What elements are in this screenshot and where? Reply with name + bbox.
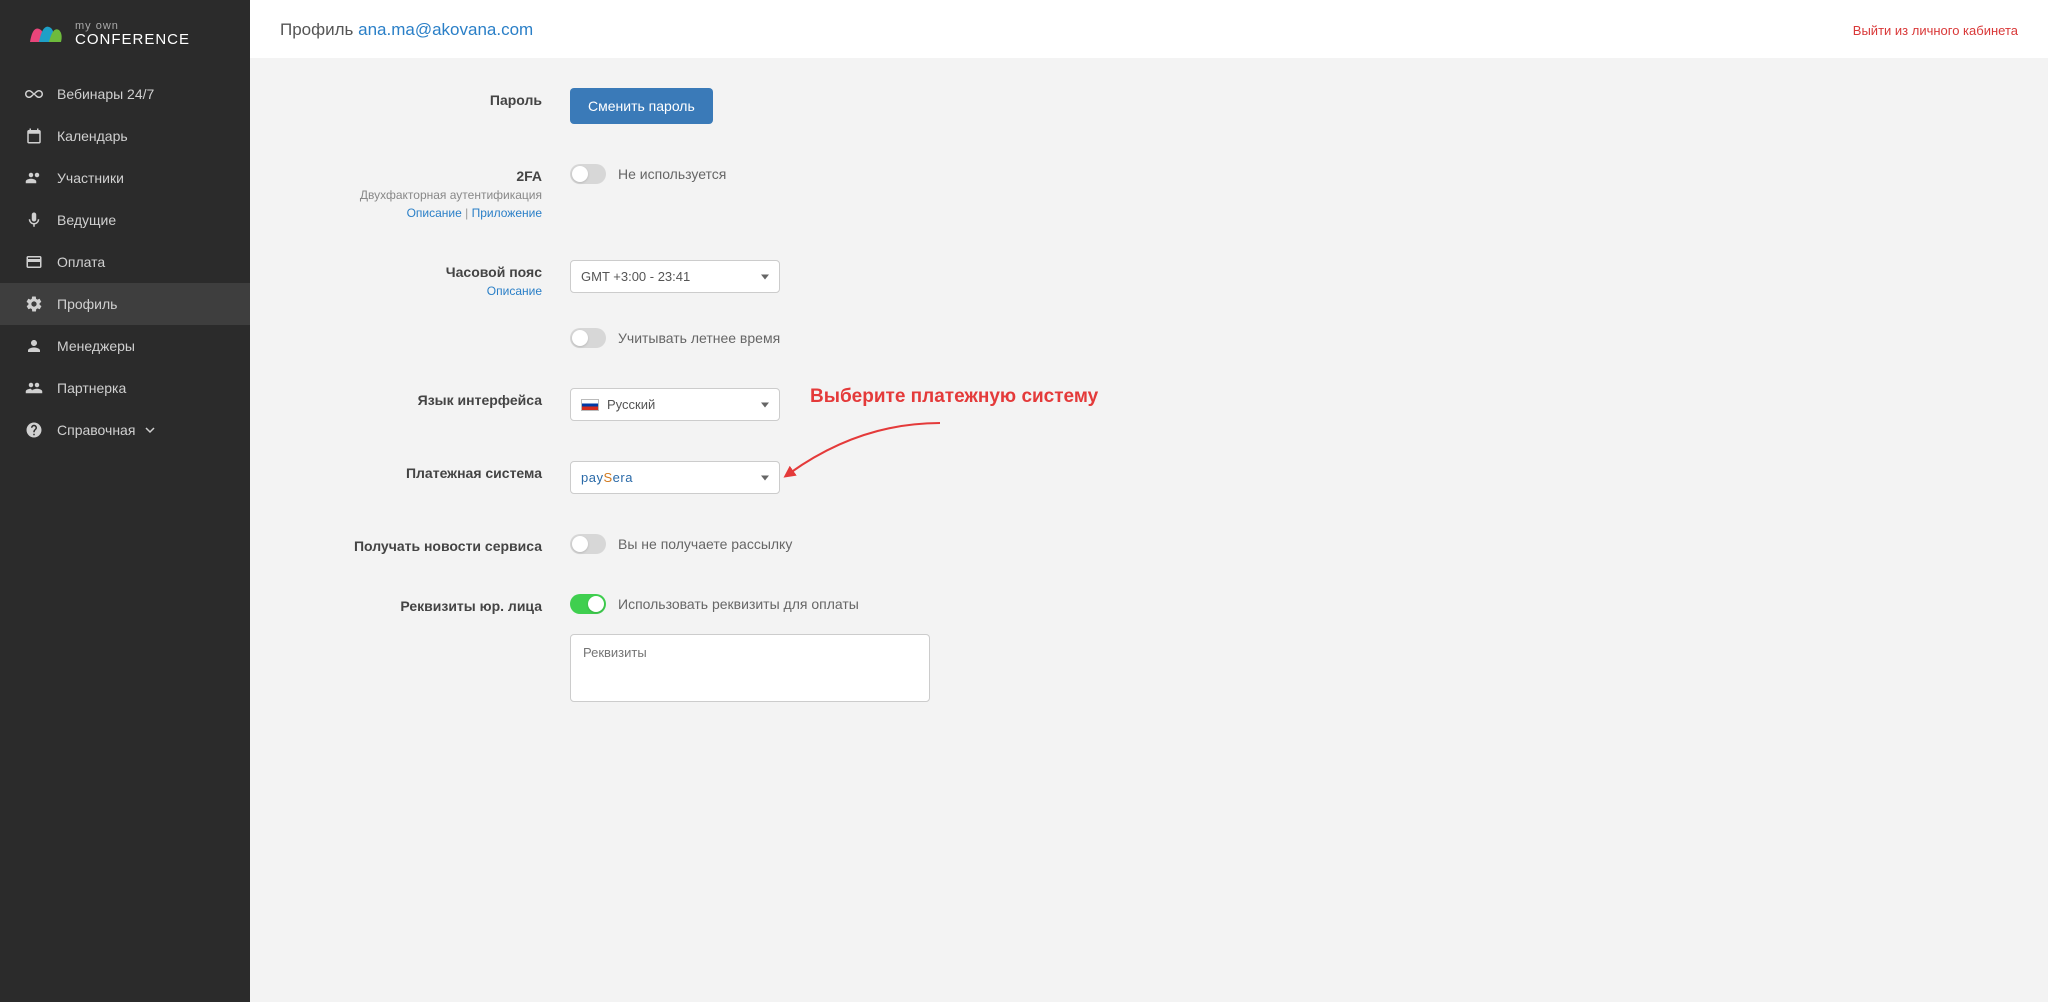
nav-label: Вебинары 24/7 — [57, 86, 154, 102]
page-title: Профиль ana.ma@akovana.com — [280, 20, 533, 40]
row-company: Реквизиты юр. лица Использовать реквизит… — [280, 594, 1580, 614]
row-password: Пароль Сменить пароль — [280, 88, 1580, 124]
sidebar-item-participants[interactable]: Участники — [0, 157, 250, 199]
sidebar-item-calendar[interactable]: Календарь — [0, 115, 250, 157]
payment-system-label: Платежная система — [280, 465, 542, 481]
main: Профиль ana.ma@akovana.com Выйти из личн… — [250, 0, 2048, 1002]
participants-icon — [25, 169, 43, 187]
language-select[interactable]: Русский — [570, 388, 780, 421]
newsletter-toggle[interactable] — [570, 534, 606, 554]
sidebar-item-webinars[interactable]: Вебинары 24/7 — [0, 73, 250, 115]
content-area: Пароль Сменить пароль 2FA Двухфакторная … — [250, 58, 2048, 1002]
gear-icon — [25, 295, 43, 313]
chevron-down-icon — [145, 422, 155, 438]
row-2fa: 2FA Двухфакторная аутентификация Описани… — [280, 164, 1580, 220]
nav-label: Профиль — [57, 296, 117, 312]
company-toggle-label: Использовать реквизиты для оплаты — [618, 596, 859, 612]
company-toggle[interactable] — [570, 594, 606, 614]
header: Профиль ana.ma@akovana.com Выйти из личн… — [250, 0, 2048, 58]
row-timezone: Часовой пояс Описание GMT +3:00 - 23:41 — [280, 260, 1580, 298]
newsletter-status: Вы не получаете рассылку — [618, 536, 792, 552]
sidebar-item-presenters[interactable]: Ведущие — [0, 199, 250, 241]
2fa-sub: Двухфакторная аутентификация — [280, 188, 542, 202]
newsletter-label: Получать новости сервиса — [280, 538, 542, 554]
nav-label: Участники — [57, 170, 124, 186]
payment-system-select[interactable]: paySera — [570, 461, 780, 494]
sidebar-item-partner[interactable]: Партнерка — [0, 367, 250, 409]
nav-label: Оплата — [57, 254, 105, 270]
flag-ru-icon — [581, 399, 599, 411]
row-company-textarea — [280, 634, 1580, 702]
managers-icon — [25, 337, 43, 355]
nav-label: Календарь — [57, 128, 128, 144]
timezone-desc-link[interactable]: Описание — [487, 284, 542, 298]
annotation-arrow-icon — [780, 413, 950, 488]
2fa-desc-link[interactable]: Описание — [407, 206, 462, 220]
2fa-label: 2FA — [280, 168, 542, 184]
language-value: Русский — [607, 397, 655, 412]
timezone-select[interactable]: GMT +3:00 - 23:41 — [570, 260, 780, 293]
2fa-status: Не используется — [618, 166, 726, 182]
timezone-label: Часовой пояс — [280, 264, 542, 280]
profile-email: ana.ma@akovana.com — [358, 20, 533, 39]
sidebar-item-managers[interactable]: Менеджеры — [0, 325, 250, 367]
partner-icon — [25, 379, 43, 397]
row-newsletter: Получать новости сервиса Вы не получаете… — [280, 534, 1580, 554]
calendar-icon — [25, 127, 43, 145]
nav-label: Справочная — [57, 422, 135, 438]
nav-label: Партнерка — [57, 380, 126, 396]
logo-text: my own CONFERENCE — [75, 21, 190, 47]
infinity-icon — [25, 85, 43, 103]
logout-link[interactable]: Выйти из личного кабинета — [1853, 23, 2018, 38]
nav: Вебинары 24/7 Календарь Участники Ведущи… — [0, 73, 250, 451]
password-label: Пароль — [280, 92, 542, 108]
annotation-callout: Выберите платежную систему — [810, 386, 1210, 408]
company-label: Реквизиты юр. лица — [280, 598, 542, 614]
dst-toggle[interactable] — [570, 328, 606, 348]
paysera-logo: paySera — [581, 470, 633, 485]
sidebar-item-profile[interactable]: Профиль — [0, 283, 250, 325]
timezone-value: GMT +3:00 - 23:41 — [581, 269, 690, 284]
language-label: Язык интерфейса — [280, 392, 542, 408]
nav-label: Менеджеры — [57, 338, 135, 354]
sidebar-item-payment[interactable]: Оплата — [0, 241, 250, 283]
dst-label: Учитывать летнее время — [618, 330, 780, 346]
card-icon — [25, 253, 43, 271]
change-password-button[interactable]: Сменить пароль — [570, 88, 713, 124]
logo[interactable]: my own CONFERENCE — [0, 0, 250, 63]
row-dst: Учитывать летнее время — [280, 328, 1580, 348]
2fa-toggle[interactable] — [570, 164, 606, 184]
logo-icon — [25, 20, 65, 48]
sidebar-item-help[interactable]: Справочная — [0, 409, 250, 451]
company-details-textarea[interactable] — [570, 634, 930, 702]
help-icon — [25, 421, 43, 439]
2fa-app-link[interactable]: Приложение — [472, 206, 542, 220]
row-payment-system: Платежная система paySera Выберите плате… — [280, 461, 1580, 494]
sidebar: my own CONFERENCE Вебинары 24/7 Календар… — [0, 0, 250, 1002]
microphone-icon — [25, 211, 43, 229]
nav-label: Ведущие — [57, 212, 116, 228]
